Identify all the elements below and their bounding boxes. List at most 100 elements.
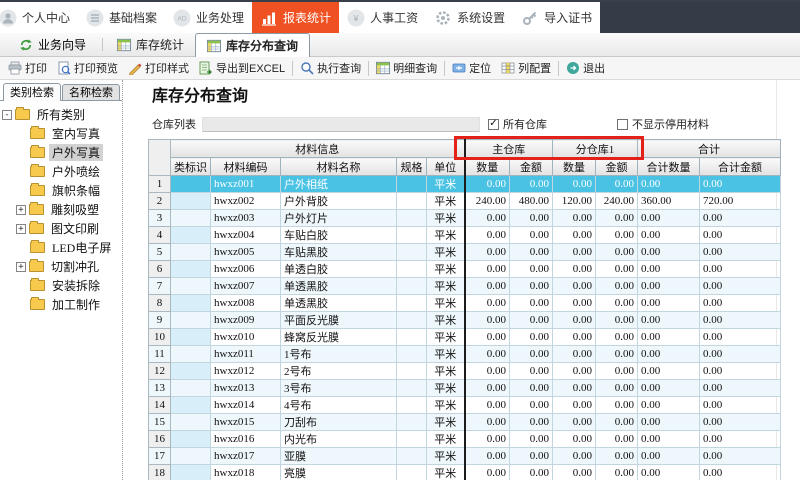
cell-material-code[interactable]: hwxz008	[210, 294, 281, 312]
cell-total-amount[interactable]: 0.00	[699, 175, 781, 193]
cell-unit[interactable]: 平米	[426, 379, 466, 397]
cell-flag[interactable]	[170, 345, 211, 363]
cell-spec[interactable]	[396, 311, 427, 329]
cell-sub-qty[interactable]: 0.00	[552, 430, 596, 448]
menu-item-report-statistics[interactable]: 报表统计	[252, 2, 340, 33]
hide-disabled-option[interactable]: 不显示停用材料	[617, 116, 709, 132]
group-header-2[interactable]: 分仓库1	[552, 139, 638, 158]
cell-main-amount[interactable]: 0.00	[509, 175, 553, 193]
cell-total-amount[interactable]: 0.00	[699, 277, 781, 295]
cell-spec[interactable]	[396, 328, 427, 346]
cell-sub-amount[interactable]: 0.00	[595, 226, 638, 244]
tree-item[interactable]: - 所有类别	[2, 105, 122, 124]
cell-main-qty[interactable]: 0.00	[464, 396, 510, 414]
cell-total-amount[interactable]: 0.00	[699, 226, 781, 244]
cell-sub-qty[interactable]: 0.00	[552, 396, 596, 414]
cell-sub-amount[interactable]: 0.00	[595, 175, 638, 193]
business-wizard-button[interactable]: 业务向导	[6, 33, 99, 56]
cell-unit[interactable]: 平米	[426, 260, 466, 278]
cell-main-amount[interactable]: 0.00	[509, 413, 553, 431]
cell-material-code[interactable]: hwxz014	[210, 396, 281, 414]
cell-material-name[interactable]: 1号布	[280, 345, 397, 363]
locate-button[interactable]: 定位	[447, 57, 496, 79]
menu-item-system-settings[interactable]: 系统设置	[426, 2, 513, 33]
column-config-button[interactable]: 列配置	[496, 57, 556, 79]
cell-sub-qty[interactable]: 0.00	[552, 209, 596, 227]
expand-minus-icon[interactable]: -	[2, 109, 12, 120]
group-header-1[interactable]: 主仓库	[464, 139, 553, 158]
tab-inventory-statistics[interactable]: 库存统计	[106, 33, 195, 56]
cell-total-amount[interactable]: 0.00	[699, 362, 781, 380]
tree-item[interactable]: + 雕刻吸塑	[2, 200, 122, 219]
cell-main-amount[interactable]: 0.00	[509, 243, 553, 261]
cell-material-code[interactable]: hwxz013	[210, 379, 281, 397]
cell-sub-qty[interactable]: 0.00	[552, 362, 596, 380]
cell-main-qty[interactable]: 0.00	[464, 413, 510, 431]
cell-sub-qty[interactable]: 0.00	[552, 311, 596, 329]
cell-material-code[interactable]: hwxz004	[210, 226, 281, 244]
menu-item-personal-center[interactable]: 个人中心	[0, 2, 78, 33]
cell-sub-amount[interactable]: 0.00	[595, 362, 638, 380]
cell-unit[interactable]: 平米	[426, 362, 466, 380]
cell-material-code[interactable]: hwxz009	[210, 311, 281, 329]
cell-sub-amount[interactable]: 240.00	[595, 192, 638, 210]
cell-material-code[interactable]: hwxz001	[210, 175, 281, 193]
cell-total-qty[interactable]: 0.00	[637, 447, 700, 465]
cell-sub-qty[interactable]: 0.00	[552, 175, 596, 193]
tree-item[interactable]: 室内写真	[2, 124, 122, 143]
cell-total-amount[interactable]: 0.00	[699, 294, 781, 312]
all-warehouses-checkbox[interactable]: ✓	[488, 118, 499, 130]
cell-material-name[interactable]: 车贴白胶	[280, 226, 397, 244]
cell-total-amount[interactable]: 0.00	[699, 396, 781, 414]
cell-flag[interactable]	[170, 413, 211, 431]
cell-unit[interactable]: 平米	[426, 192, 466, 210]
cell-total-amount[interactable]: 0.00	[699, 464, 781, 480]
cell-main-amount[interactable]: 0.00	[509, 277, 553, 295]
tree-item[interactable]: 安装拆除	[2, 276, 122, 295]
column-header-0[interactable]: 类标识	[170, 157, 211, 176]
cell-material-name[interactable]: 4号布	[280, 396, 397, 414]
cell-unit[interactable]: 平米	[426, 294, 466, 312]
cell-total-amount[interactable]: 0.00	[699, 413, 781, 431]
cell-main-amount[interactable]: 0.00	[509, 464, 553, 480]
cell-sub-amount[interactable]: 0.00	[595, 464, 638, 480]
table-row[interactable]: 10 hwxz010 蜂窝反光膜 平米 0.00 0.00 0.00 0.00 0.00 0.00	[148, 328, 781, 346]
cell-material-code[interactable]: hwxz010	[210, 328, 281, 346]
cell-material-code[interactable]: hwxz018	[210, 464, 281, 480]
tree-item[interactable]: 户外写真	[2, 143, 122, 162]
table-row[interactable]: 15 hwxz015 刀刮布 平米 0.00 0.00 0.00 0.00 0.00 0.00	[148, 413, 781, 431]
cell-material-code[interactable]: hwxz007	[210, 277, 281, 295]
execute-query-button[interactable]: 执行查询	[295, 57, 366, 79]
column-header-3[interactable]: 规格	[396, 157, 427, 176]
cell-total-qty[interactable]: 0.00	[637, 226, 700, 244]
cell-unit[interactable]: 平米	[426, 243, 466, 261]
cell-total-amount[interactable]: 0.00	[699, 311, 781, 329]
cell-total-qty[interactable]: 0.00	[637, 260, 700, 278]
column-header-1[interactable]: 材料编码	[210, 157, 281, 176]
cell-material-code[interactable]: hwxz006	[210, 260, 281, 278]
print-style-button[interactable]: 打印样式	[123, 57, 194, 79]
menu-item-base-archives[interactable]: 基础档案	[78, 2, 165, 33]
cell-unit[interactable]: 平米	[426, 328, 466, 346]
cell-sub-amount[interactable]: 0.00	[595, 396, 638, 414]
table-row[interactable]: 1 hwxz001 户外相纸 平米 0.00 0.00 0.00 0.00 0.00 0.00	[148, 175, 781, 193]
cell-main-qty[interactable]: 0.00	[464, 277, 510, 295]
cell-material-name[interactable]: 户外灯片	[280, 209, 397, 227]
cell-total-amount[interactable]: 0.00	[699, 209, 781, 227]
cell-total-qty[interactable]: 0.00	[637, 294, 700, 312]
cell-total-qty[interactable]: 0.00	[637, 311, 700, 329]
all-warehouses-option[interactable]: ✓ 所有仓库	[488, 116, 547, 132]
table-row[interactable]: 3 hwxz003 户外灯片 平米 0.00 0.00 0.00 0.00 0.00 0.00	[148, 209, 781, 227]
cell-sub-qty[interactable]: 0.00	[552, 243, 596, 261]
cell-total-qty[interactable]: 0.00	[637, 345, 700, 363]
exit-button[interactable]: 退出	[561, 57, 610, 79]
cell-sub-qty[interactable]: 0.00	[552, 328, 596, 346]
tree-item[interactable]: 旗帜条幅	[2, 181, 122, 200]
expand-plus-icon[interactable]: +	[16, 204, 26, 215]
table-row[interactable]: 4 hwxz004 车贴白胶 平米 0.00 0.00 0.00 0.00 0.00 0.00	[148, 226, 781, 244]
cell-main-amount[interactable]: 0.00	[509, 345, 553, 363]
column-header-7[interactable]: 数量	[552, 157, 596, 176]
cell-main-amount[interactable]: 0.00	[509, 430, 553, 448]
tab-inventory-distribution-query[interactable]: 库存分布查询	[195, 33, 311, 57]
tree-item[interactable]: + 切割冲孔	[2, 257, 122, 276]
